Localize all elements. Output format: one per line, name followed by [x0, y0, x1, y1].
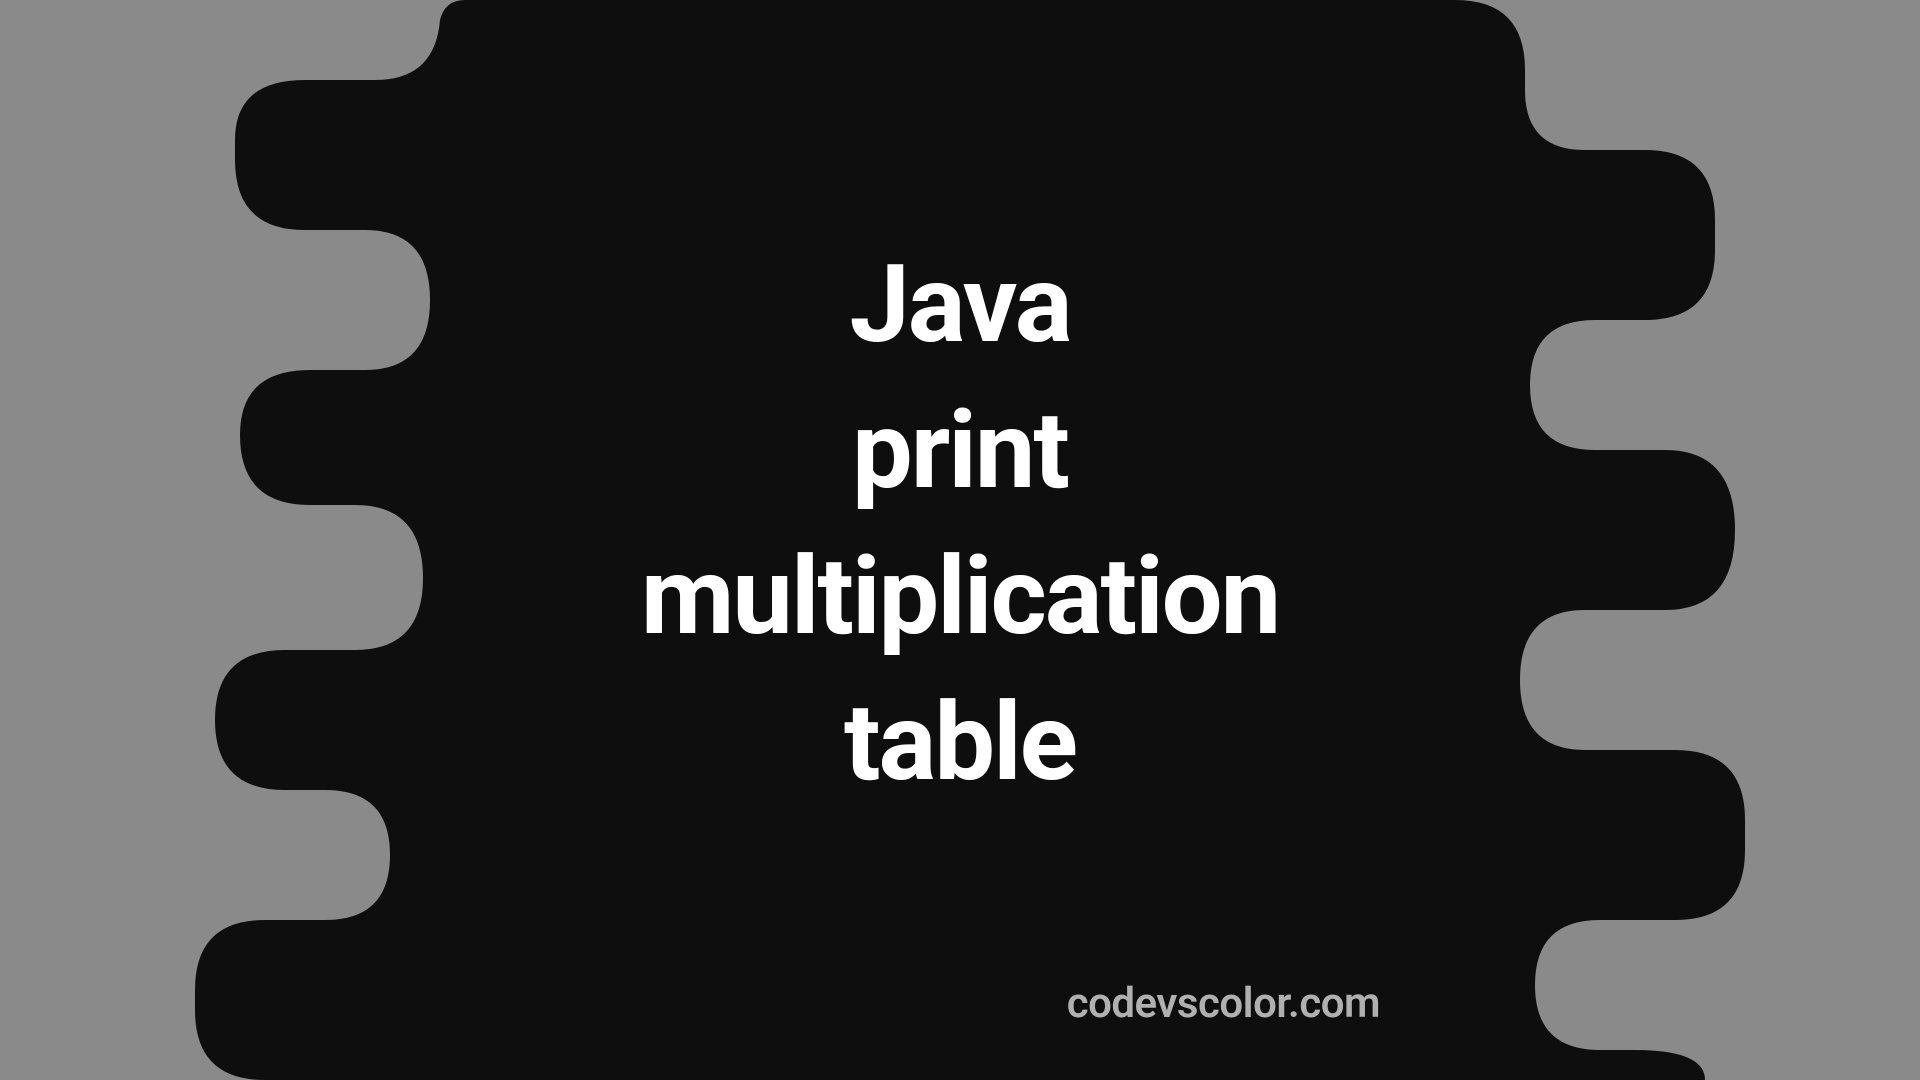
main-title: Java print multiplication table — [641, 233, 1279, 816]
footer-site-url: codevscolor.com — [1067, 979, 1380, 1028]
title-line-3: multiplication — [641, 525, 1279, 671]
title-line-2: print — [641, 379, 1279, 525]
title-line-1: Java — [641, 233, 1279, 379]
title-line-4: table — [641, 671, 1279, 817]
content-area: Java print multiplication table — [0, 0, 1920, 1080]
